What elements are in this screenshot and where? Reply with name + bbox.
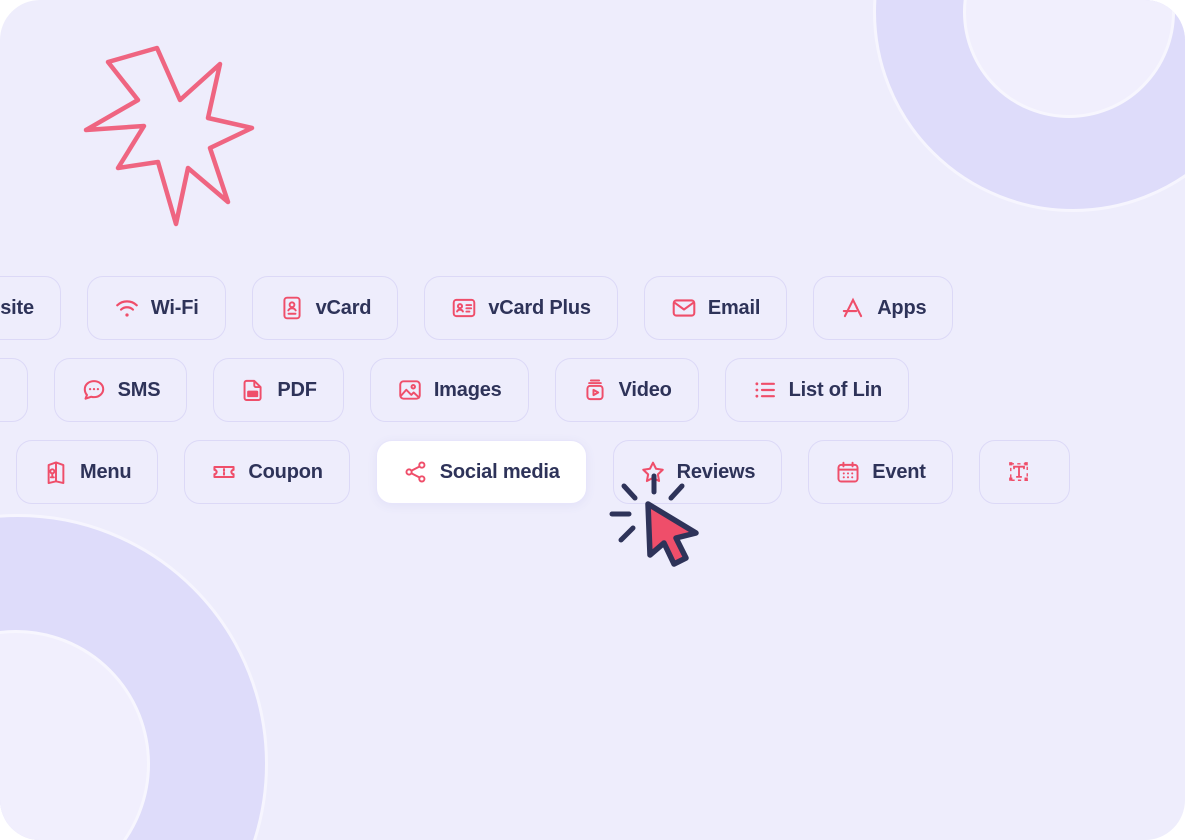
chip-row-3: Menu Coupon Social media Reviews Event <box>16 440 1185 504</box>
chip-label: Menu <box>80 460 132 483</box>
chip-label: SMS <box>117 378 161 401</box>
chip-whatsapp[interactable]: tsApp <box>0 358 28 422</box>
ring-top-right-outer <box>873 0 1185 212</box>
chip-label: Wi-Fi <box>150 296 199 319</box>
ring-top-right-inner <box>963 0 1175 118</box>
chip-label: Event <box>872 460 926 483</box>
chip-label: Images <box>433 378 502 401</box>
seven-point-star-icon <box>80 40 260 230</box>
chip-label: List of Lin <box>788 378 883 401</box>
chip-wifi[interactable]: Wi-Fi <box>86 276 226 340</box>
chip-label: PDF <box>277 378 317 401</box>
chip-label: Social media <box>439 460 560 483</box>
app-store-icon <box>840 295 866 321</box>
chip-label: Reviews <box>676 460 756 483</box>
chip-sms[interactable]: SMS <box>53 358 188 422</box>
pdf-file-icon: PDF <box>240 377 266 403</box>
promo-canvas: Website Wi-Fi <box>0 0 1185 840</box>
video-icon <box>582 377 608 403</box>
chip-images[interactable]: Images <box>369 358 529 422</box>
chip-reviews[interactable]: Reviews <box>612 440 783 504</box>
chip-event[interactable]: Event <box>808 440 953 504</box>
envelope-icon <box>671 295 697 321</box>
chip-label: Video <box>618 378 672 401</box>
image-icon <box>397 377 423 403</box>
list-icon <box>752 377 778 403</box>
wifi-icon <box>114 295 140 321</box>
sms-bubble-icon <box>81 377 107 403</box>
calendar-icon <box>835 459 861 485</box>
chip-coupon[interactable]: Coupon <box>184 440 350 504</box>
svg-text:PDF: PDF <box>249 392 258 397</box>
chip-menu[interactable]: Menu <box>16 440 159 504</box>
ticket-icon <box>211 459 237 485</box>
chip-vcard-plus[interactable]: vCard Plus <box>424 276 618 340</box>
vcard-icon <box>279 295 305 321</box>
chip-text[interactable] <box>978 440 1070 504</box>
qr-type-chip-grid: Website Wi-Fi <box>0 276 1185 522</box>
chip-apps[interactable]: Apps <box>813 276 954 340</box>
ring-bottom-left-inner <box>0 630 150 840</box>
menu-book-icon <box>43 459 69 485</box>
chip-label: Email <box>707 296 761 319</box>
chip-website[interactable]: Website <box>0 276 61 340</box>
chip-video[interactable]: Video <box>554 358 699 422</box>
chip-row-2: tsApp SMS <box>0 358 1185 422</box>
chip-list-of-links[interactable]: List of Lin <box>724 358 909 422</box>
chip-social-media[interactable]: Social media <box>375 440 587 504</box>
chip-label: vCard Plus <box>488 296 591 319</box>
share-nodes-icon <box>403 459 429 485</box>
chip-email[interactable]: Email <box>643 276 788 340</box>
chip-label: tsApp <box>0 379 1 402</box>
text-frame-icon <box>1006 459 1032 485</box>
chip-label: Apps <box>877 296 927 319</box>
star-outline-icon <box>640 459 666 485</box>
chip-row-1: Website Wi-Fi <box>0 276 1185 340</box>
chip-pdf[interactable]: PDF PDF <box>213 358 344 422</box>
chip-label: vCard <box>315 296 372 319</box>
chip-vcard[interactable]: vCard <box>251 276 399 340</box>
vcard-plus-icon <box>451 295 477 321</box>
chip-label: Coupon <box>248 460 323 483</box>
ring-bottom-left-outer <box>0 514 268 840</box>
chip-label: Website <box>0 296 34 319</box>
